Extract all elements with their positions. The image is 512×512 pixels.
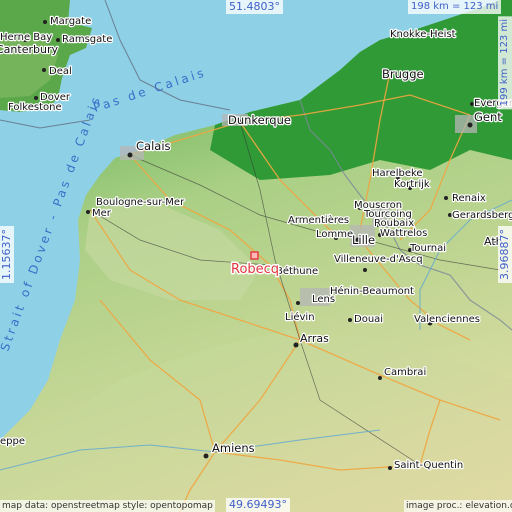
place-saint-quentin: Saint-Quentin (394, 460, 463, 471)
place-henin: Hénin-Beaumont (330, 285, 414, 297)
place-gent: Gent (474, 110, 502, 124)
place-tournai: Tournai (409, 243, 446, 254)
place-mer: Mer (92, 208, 112, 219)
place-margate: Margate (50, 16, 91, 27)
place-dunkerque: Dunkerque (228, 113, 291, 127)
place-kortrijk: Kortrijk (394, 179, 430, 190)
place-folkestone: Folkestone (8, 102, 62, 113)
west-longitude-label: 1.15637° (0, 226, 14, 283)
place-ramsgate: Ramsgate (62, 34, 112, 45)
selected-place-label: Robecq (231, 262, 279, 277)
place-armentieres: Armentières (288, 214, 349, 226)
place-lievin: Liévin (285, 311, 315, 323)
place-bethune: Béthune (276, 265, 318, 277)
place-douai: Douai (354, 314, 383, 325)
place-wattrelos: Wattrelos (380, 228, 427, 239)
image-processing-credit: image proc.: elevation.city (404, 500, 512, 512)
place-brugge: Brugge (382, 67, 424, 81)
place-villeneuve: Villeneuve-d'Ascq (334, 254, 423, 265)
place-boulogne: Boulogne-sur-Mer (96, 197, 185, 208)
horizontal-scale-label: 198 km = 123 mi (408, 0, 502, 14)
place-calais: Calais (136, 139, 171, 153)
place-renaix: Renaix (452, 193, 486, 204)
place-knokke-heist: Knokke-Heist (390, 29, 456, 40)
place-cambrai: Cambrai (384, 367, 426, 378)
selected-place-marker[interactable] (250, 251, 259, 260)
north-latitude-label: 51.4803° (226, 0, 283, 14)
place-dieppe: eppe (0, 436, 25, 447)
place-amiens: Amiens (212, 441, 255, 455)
place-harelbeke: Harelbeke (372, 168, 423, 179)
place-canterbury: Canterbury (0, 43, 58, 56)
topographic-map[interactable]: Pas de Calais Strait of Dover - Pas de C… (0, 0, 512, 512)
place-deal: Deal (49, 66, 72, 77)
place-arras: Arras (300, 332, 329, 345)
place-valenciennes: Valenciennes (414, 314, 480, 325)
map-attribution: map data: openstreetmap style: opentopom… (0, 500, 215, 512)
place-lille: Lille (352, 233, 375, 247)
place-lomme: Lomme (316, 229, 353, 240)
south-latitude-label: 49.69493° (226, 498, 290, 512)
east-longitude-label: 3.96887° (498, 226, 512, 283)
place-geraardsbergen: Gerardsbergen (452, 210, 512, 221)
place-herne-bay: Herne Bay (0, 32, 52, 43)
vertical-scale-label: 199 km = 123 mi (498, 16, 512, 110)
